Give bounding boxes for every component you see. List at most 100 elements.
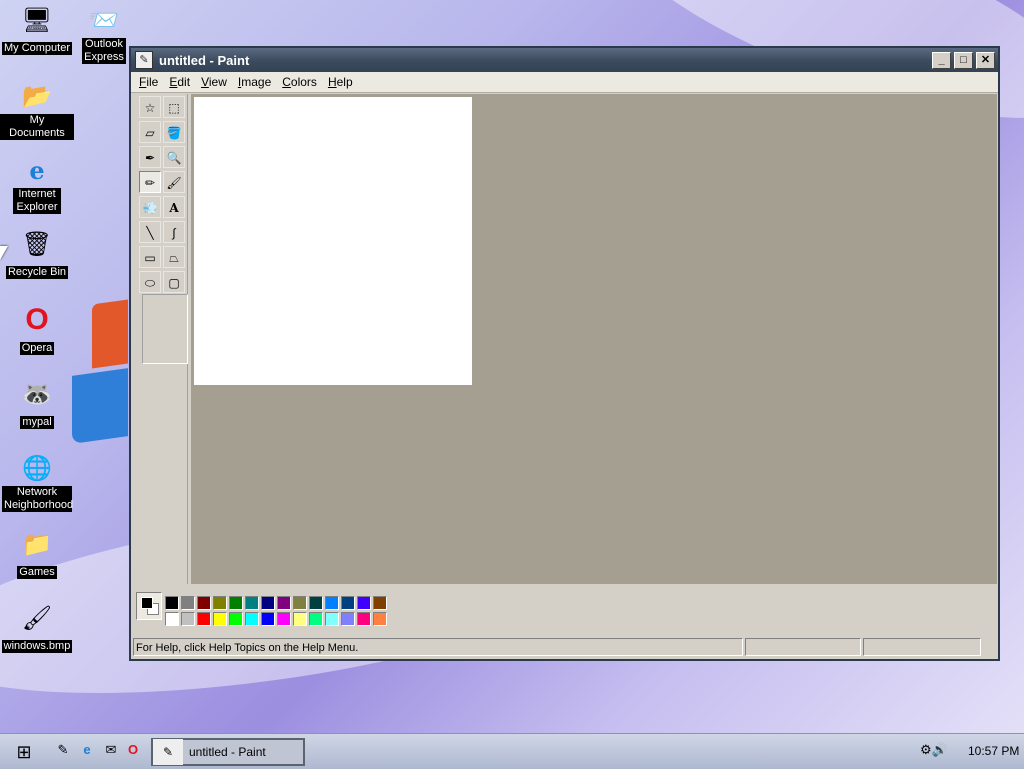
- color-swatch[interactable]: [245, 612, 259, 626]
- menu-colors[interactable]: Colors: [278, 75, 324, 89]
- desktop-icon-mypal[interactable]: 🦝 mypal: [0, 378, 74, 430]
- desktop-icon-games[interactable]: 📁 Games: [0, 528, 74, 580]
- close-button[interactable]: ✕: [976, 51, 995, 69]
- color-swatch[interactable]: [357, 612, 371, 626]
- tool-box: ☆ ⬚ ▱ 🪣 ✒ 🔍 ✏ 🖌 💨 A ╲ ∫ ▭ ⏢ ⬭ ▢: [135, 94, 188, 584]
- text-icon[interactable]: A: [163, 196, 185, 218]
- paint-app-icon: ✎: [153, 739, 183, 765]
- color-swatch[interactable]: [277, 596, 291, 610]
- rounded-rectangle-icon[interactable]: ▢: [163, 271, 185, 293]
- network-icon: 🌐: [22, 454, 52, 482]
- pick-color-icon[interactable]: ✒: [139, 146, 161, 168]
- color-swatch[interactable]: [325, 612, 339, 626]
- color-swatch[interactable]: [165, 612, 179, 626]
- color-swatch[interactable]: [229, 596, 243, 610]
- desktop-icon-label: Recycle Bin: [5, 266, 69, 279]
- color-swatch[interactable]: [309, 596, 323, 610]
- brush-icon[interactable]: 🖌: [163, 171, 185, 193]
- polygon-icon[interactable]: ⏢: [163, 246, 185, 268]
- color-swatch[interactable]: [293, 612, 307, 626]
- menu-bar: File Edit View Image Colors Help: [131, 72, 998, 93]
- quick-launch-internet-explorer-icon[interactable]: e: [78, 741, 96, 759]
- color-swatch[interactable]: [277, 612, 291, 626]
- desktop-icon-label: Games: [17, 566, 57, 579]
- color-swatch[interactable]: [213, 596, 227, 610]
- rectangle-icon[interactable]: ▭: [139, 246, 161, 268]
- status-bar: For Help, click Help Topics on the Help …: [133, 637, 997, 657]
- desktop-icon-recycle-bin[interactable]: 🗑 Recycle Bin: [0, 228, 74, 280]
- color-swatch[interactable]: [373, 596, 387, 610]
- mypal-icon: 🦝: [22, 380, 52, 408]
- paint-app-icon[interactable]: ✎: [135, 51, 153, 69]
- color-swatch[interactable]: [245, 596, 259, 610]
- desktop-icon-internet-explorer[interactable]: e Internet Explorer: [0, 154, 74, 215]
- color-swatch[interactable]: [229, 612, 243, 626]
- desktop-icon-label: Network Neighborhood: [2, 486, 74, 512]
- paint-window: ✎ untitled - Paint _ □ ✕ File Edit View …: [129, 46, 1000, 661]
- color-swatch[interactable]: [261, 596, 275, 610]
- title-bar[interactable]: ✎ untitled - Paint _ □ ✕: [131, 48, 998, 72]
- desktop-icon-my-computer[interactable]: 🖥 My Computer: [0, 4, 74, 56]
- desktop-icon-label: My Documents: [0, 114, 74, 140]
- quick-launch-paint-icon[interactable]: ✎: [54, 741, 72, 759]
- desktop-icon-opera[interactable]: O Opera: [0, 303, 74, 356]
- color-swatch[interactable]: [309, 612, 323, 626]
- menu-image[interactable]: Image: [234, 75, 278, 89]
- pencil-icon[interactable]: ✏: [139, 171, 161, 193]
- menu-file[interactable]: File: [135, 75, 165, 89]
- desktop-icon-windows-bmp[interactable]: 🖌 windows.bmp: [0, 602, 74, 654]
- current-colors-indicator[interactable]: [136, 592, 162, 620]
- taskbar-button-paint[interactable]: ✎ untitled - Paint: [151, 738, 305, 766]
- windows-logo-icon: ⊞: [16, 742, 32, 762]
- color-swatch[interactable]: [293, 596, 307, 610]
- color-swatch[interactable]: [213, 612, 227, 626]
- free-form-select-icon[interactable]: ☆: [139, 96, 161, 118]
- menu-edit[interactable]: Edit: [165, 75, 197, 89]
- eraser-icon[interactable]: ▱: [139, 121, 161, 143]
- minimize-button[interactable]: _: [932, 51, 951, 69]
- opera-icon: O: [25, 303, 49, 336]
- desktop-icon-my-documents[interactable]: 📂 My Documents: [0, 80, 74, 141]
- ellipse-icon[interactable]: ⬭: [139, 271, 161, 293]
- desktop-icon-label: Outlook Express: [82, 38, 126, 64]
- paint-file-icon: 🖌: [21, 604, 53, 632]
- color-swatch[interactable]: [197, 612, 211, 626]
- color-swatch[interactable]: [341, 612, 355, 626]
- folder-icon: 📁: [22, 530, 52, 558]
- taskbar: ⊞ ✎ e ✉ O ✎ untitled - Paint ⚙🔊 10:57 PM: [0, 733, 1024, 769]
- curve-icon[interactable]: ∫: [163, 221, 185, 243]
- airbrush-icon[interactable]: 💨: [139, 196, 161, 218]
- color-swatch[interactable]: [325, 596, 339, 610]
- color-swatch[interactable]: [373, 612, 387, 626]
- menu-view[interactable]: View: [197, 75, 234, 89]
- drawing-canvas[interactable]: [194, 97, 472, 385]
- color-swatch[interactable]: [261, 612, 275, 626]
- color-swatch[interactable]: [181, 596, 195, 610]
- quick-launch-opera-icon[interactable]: O: [124, 741, 142, 759]
- desktop-icon-outlook-express[interactable]: 📨 Outlook Express: [74, 4, 134, 65]
- foreground-color-swatch: [141, 597, 153, 609]
- color-swatch[interactable]: [341, 596, 355, 610]
- color-swatch[interactable]: [197, 596, 211, 610]
- canvas-workspace: [191, 94, 997, 584]
- tool-options-box[interactable]: [142, 294, 188, 364]
- desktop-icon-network-neighborhood[interactable]: 🌐 Network Neighborhood: [0, 452, 74, 513]
- magnifier-icon[interactable]: 🔍: [163, 146, 185, 168]
- select-icon[interactable]: ⬚: [163, 96, 185, 118]
- color-swatch[interactable]: [165, 596, 179, 610]
- maximize-button[interactable]: □: [954, 51, 973, 69]
- menu-help[interactable]: Help: [324, 75, 360, 89]
- color-swatch[interactable]: [181, 612, 195, 626]
- system-tray-icon[interactable]: ⚙🔊: [920, 742, 948, 758]
- desktop-icon-label: windows.bmp: [1, 640, 73, 653]
- clock[interactable]: 10:57 PM: [968, 744, 1019, 758]
- color-swatch[interactable]: [357, 596, 371, 610]
- fill-icon[interactable]: 🪣: [163, 121, 185, 143]
- quick-launch-outlook-icon[interactable]: ✉: [102, 741, 120, 759]
- desktop-icon-label: mypal: [20, 416, 54, 429]
- desktop-icon-label: My Computer: [1, 42, 73, 55]
- line-icon[interactable]: ╲: [139, 221, 161, 243]
- color-box: [133, 588, 997, 632]
- start-button[interactable]: ⊞: [6, 738, 42, 766]
- windows-logo-red: [92, 299, 128, 369]
